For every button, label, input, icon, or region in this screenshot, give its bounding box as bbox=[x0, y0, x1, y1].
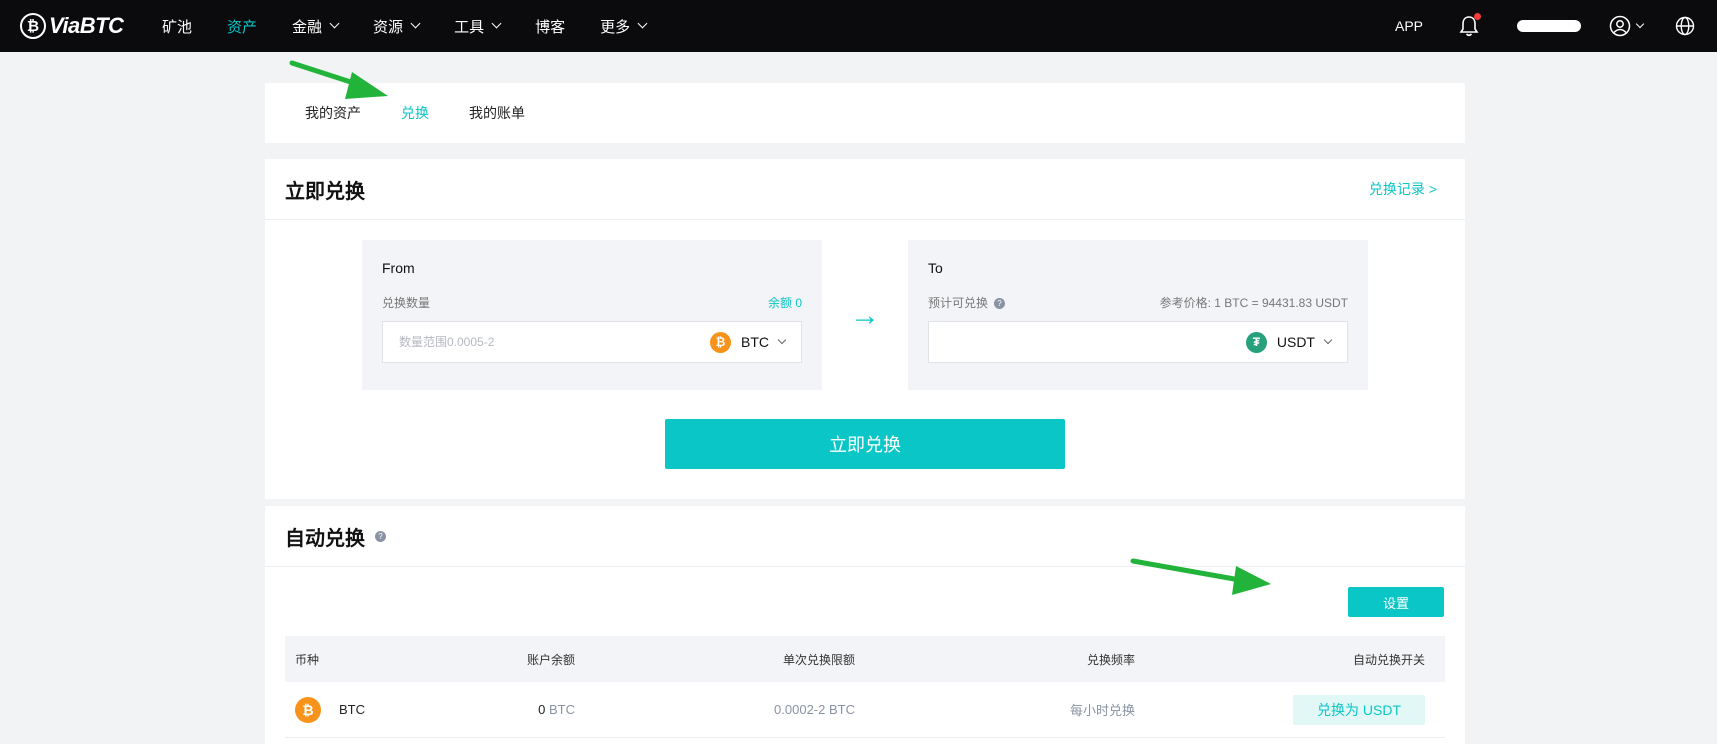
settings-button[interactable]: 设置 bbox=[1348, 587, 1444, 617]
chevron-down-icon bbox=[777, 335, 787, 344]
reference-price: 参考价格: 1 BTC = 94431.83 USDT bbox=[1159, 296, 1348, 310]
nav-label: 更多 bbox=[600, 18, 631, 36]
notification-button[interactable] bbox=[1459, 13, 1481, 37]
user-icon bbox=[1609, 15, 1631, 37]
header-actions: APP bbox=[1395, 0, 1717, 52]
from-panel: From 兑换数量 余额 0 ₿ BTC bbox=[362, 240, 822, 390]
exchange-now-button[interactable]: 立即兑换 bbox=[665, 419, 1065, 469]
exchange-arrow-icon: → bbox=[850, 299, 880, 332]
balance-value: 0 bbox=[538, 702, 546, 717]
nav-label: 工具 bbox=[454, 18, 485, 36]
nav-assets[interactable]: 资产 bbox=[227, 16, 257, 37]
app-download-link[interactable]: APP bbox=[1395, 18, 1423, 34]
nav-more[interactable]: 更多 bbox=[600, 16, 648, 37]
row-balance: 0 BTC bbox=[415, 702, 575, 717]
viabtc-logo[interactable]: ₿ ViaBTC bbox=[20, 8, 124, 44]
from-amount-field: ₿ BTC bbox=[382, 321, 802, 363]
exchange-header: 立即兑换 兑换记录 > bbox=[265, 159, 1465, 220]
to-info-row: 预计可兑换? 参考价格: 1 BTC = 94431.83 USDT bbox=[928, 294, 1348, 311]
col-coin: 币种 bbox=[295, 652, 320, 667]
auto-exchange-table: 币种 账户余额 单次兑换限额 兑换频率 自动兑换开关 ₿ BTC 0 BTC 0… bbox=[285, 636, 1445, 738]
nav-resources[interactable]: 资源 bbox=[373, 16, 421, 37]
nav-tools[interactable]: 工具 bbox=[454, 16, 502, 37]
brand-name: ViaBTC bbox=[49, 13, 124, 38]
nav-label: 博客 bbox=[535, 18, 566, 36]
tab-my-bills[interactable]: 我的账单 bbox=[469, 103, 525, 123]
col-switch: 自动兑换开关 bbox=[1352, 652, 1425, 667]
main-nav: 矿池 资产 金融 资源 工具 博客 更多 bbox=[162, 0, 681, 52]
nav-label: 资源 bbox=[373, 18, 404, 36]
chevron-down-icon bbox=[491, 18, 502, 29]
balance-text: 余额 0 bbox=[767, 296, 802, 310]
exchange-record-link[interactable]: 兑换记录 > bbox=[1369, 179, 1437, 199]
limit-value: 0.0002-2 bbox=[774, 702, 826, 717]
nav-finance[interactable]: 金融 bbox=[292, 16, 340, 37]
nav-blog[interactable]: 博客 bbox=[535, 16, 565, 37]
asset-tabs: 我的资产 兑换 我的账单 bbox=[265, 83, 1465, 143]
help-icon[interactable]: ? bbox=[375, 530, 386, 542]
col-balance: 账户余额 bbox=[526, 652, 575, 667]
username-redacted[interactable] bbox=[1517, 20, 1581, 32]
amount-input[interactable] bbox=[399, 335, 649, 349]
to-label: To bbox=[928, 260, 943, 276]
from-coin-label: BTC bbox=[741, 334, 769, 350]
chevron-down-icon bbox=[1635, 19, 1645, 28]
auto-exchange-header: 自动兑换 ? bbox=[265, 506, 1465, 567]
row-limit: 0.0002-2 BTC bbox=[575, 702, 855, 717]
to-coin-label: USDT bbox=[1276, 334, 1315, 350]
row-switch: 兑换为 USDT bbox=[1135, 694, 1435, 725]
nav-label: 资产 bbox=[227, 18, 258, 36]
nav-label: 矿池 bbox=[162, 18, 193, 36]
btc-coin-icon: ₿ bbox=[295, 696, 321, 723]
language-globe-icon[interactable] bbox=[1675, 16, 1695, 36]
convert-to-usdt-button[interactable]: 兑换为 USDT bbox=[1293, 694, 1425, 725]
notification-dot bbox=[1474, 13, 1481, 20]
exchange-title: 立即兑换 bbox=[285, 180, 365, 203]
instant-exchange-card: 立即兑换 兑换记录 > From 兑换数量 余额 0 ₿ BTC → To 预计… bbox=[265, 159, 1465, 499]
bitcoin-logo-icon: ₿ bbox=[20, 13, 46, 39]
chevron-down-icon bbox=[329, 18, 340, 29]
from-coin-select[interactable]: ₿ BTC bbox=[710, 331, 787, 353]
tab-my-assets[interactable]: 我的资产 bbox=[305, 103, 361, 123]
chevron-down-icon bbox=[637, 18, 648, 29]
chevron-down-icon bbox=[1323, 335, 1333, 344]
top-navbar: ₿ ViaBTC 矿池 资产 金融 资源 工具 博客 更多 APP bbox=[0, 0, 1717, 52]
chevron-down-icon bbox=[410, 18, 421, 29]
table-row: ₿ BTC 0 BTC 0.0002-2 BTC 每小时兑换 兑换为 USDT bbox=[285, 682, 1445, 738]
row-coin-label: BTC bbox=[339, 702, 365, 717]
btc-coin-icon: ₿ bbox=[710, 331, 731, 353]
help-icon[interactable]: ? bbox=[994, 298, 1006, 310]
account-menu[interactable] bbox=[1609, 15, 1645, 37]
estimate-label-wrap: 预计可兑换? bbox=[928, 294, 1006, 311]
amount-label: 兑换数量 bbox=[382, 296, 431, 310]
row-frequency: 每小时兑换 bbox=[1069, 703, 1135, 718]
row-coin: ₿ BTC bbox=[285, 696, 415, 723]
to-amount-field: ₮ USDT bbox=[928, 321, 1348, 363]
auto-exchange-title: 自动兑换 bbox=[285, 527, 365, 550]
table-header: 币种 账户余额 单次兑换限额 兑换频率 自动兑换开关 bbox=[285, 636, 1445, 682]
auto-exchange-card: 自动兑换 ? 设置 币种 账户余额 单次兑换限额 兑换频率 自动兑换开关 ₿ B… bbox=[265, 506, 1465, 744]
limit-unit: BTC bbox=[829, 702, 855, 717]
from-info-row: 兑换数量 余额 0 bbox=[382, 294, 802, 311]
to-panel: To 预计可兑换? 参考价格: 1 BTC = 94431.83 USDT ₮ … bbox=[908, 240, 1368, 390]
nav-label: 金融 bbox=[292, 18, 323, 36]
nav-mining-pool[interactable]: 矿池 bbox=[162, 16, 192, 37]
col-limit: 单次兑换限额 bbox=[782, 652, 855, 667]
estimate-label: 预计可兑换 bbox=[928, 296, 989, 310]
balance-unit: BTC bbox=[549, 702, 575, 717]
usdt-coin-icon: ₮ bbox=[1245, 331, 1267, 353]
tab-exchange[interactable]: 兑换 bbox=[401, 103, 429, 123]
to-coin-select[interactable]: ₮ USDT bbox=[1245, 331, 1333, 353]
from-label: From bbox=[382, 260, 415, 276]
col-frequency: 兑换频率 bbox=[1086, 652, 1135, 667]
